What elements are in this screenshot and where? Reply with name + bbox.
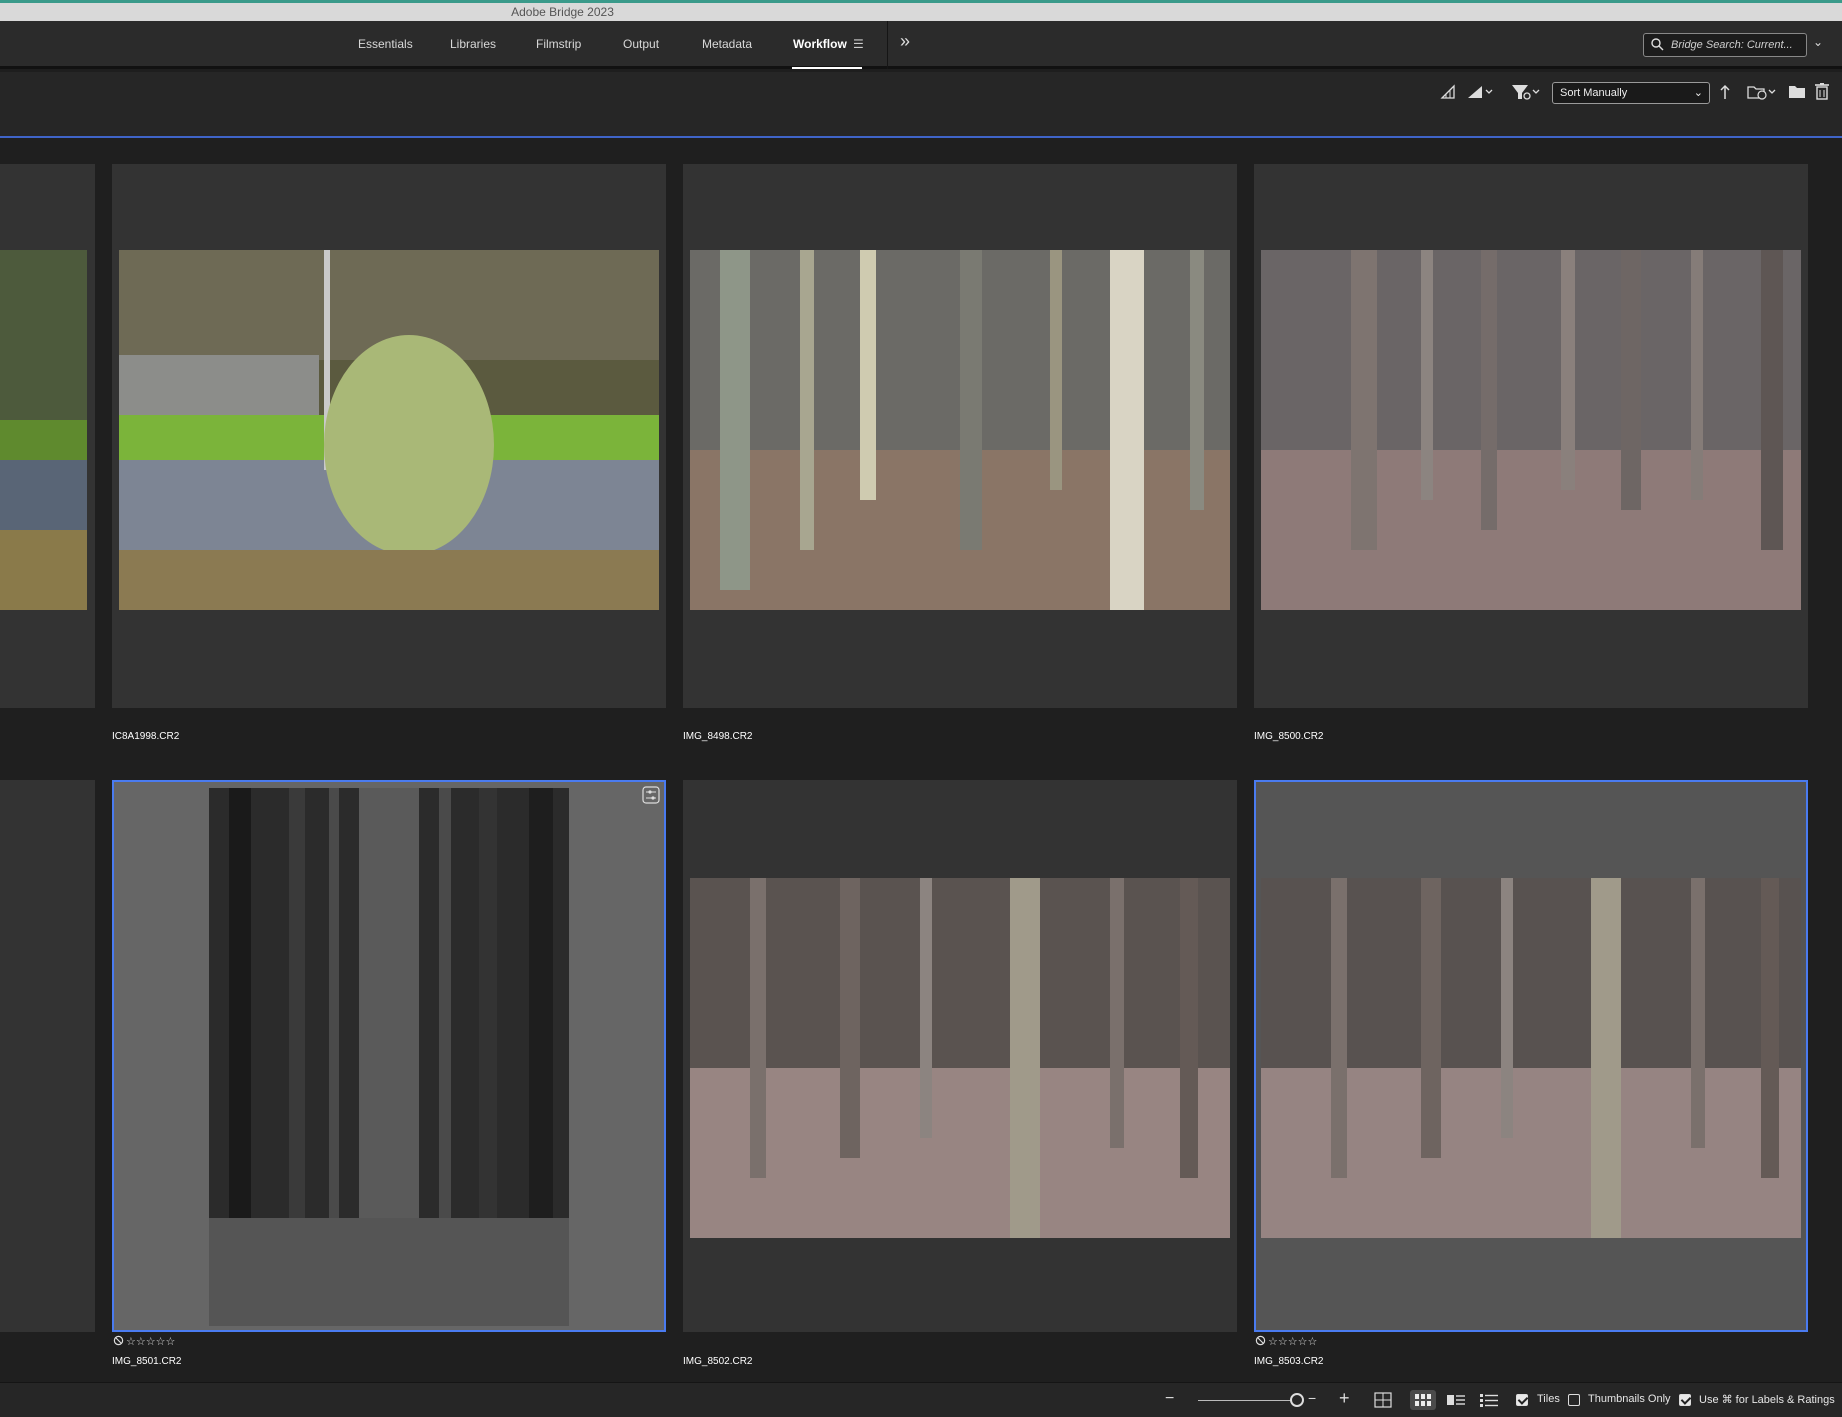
view-thumbnails-button[interactable] — [1410, 1390, 1436, 1410]
tiles-checkbox[interactable] — [1516, 1394, 1528, 1406]
thumbnail-tile[interactable] — [1254, 164, 1808, 708]
sort-dropdown-value: Sort Manually — [1560, 87, 1628, 99]
thumbnail-image — [209, 788, 569, 1326]
zoom-out-button[interactable]: − — [1165, 1390, 1174, 1408]
trash-icon[interactable] — [1814, 82, 1830, 100]
rating-filter-icon[interactable] — [1440, 84, 1456, 100]
thumbnail-image — [1261, 250, 1801, 610]
star-rating[interactable]: ☆☆☆☆☆ — [126, 1336, 175, 1348]
zoom-slider-track[interactable] — [1198, 1400, 1294, 1401]
view-list-icon[interactable] — [1476, 1390, 1502, 1410]
search-input[interactable] — [1671, 36, 1803, 54]
thumbnail-image — [1261, 878, 1801, 1238]
develop-settings-icon — [642, 786, 660, 804]
reject-icon[interactable] — [113, 1335, 124, 1346]
thumbnails-only-label: Thumbnails Only — [1588, 1393, 1671, 1405]
thumbnail-image — [119, 250, 659, 610]
quality-options-icon[interactable] — [1466, 84, 1496, 100]
active-tab-indicator — [792, 67, 862, 69]
labels-ratings-checkbox[interactable] — [1679, 1394, 1691, 1406]
filter-items-icon[interactable] — [1510, 83, 1542, 101]
thumbnail-filename: IMG_8502.CR2 — [683, 1356, 753, 1367]
thumbnail-filename: IC8A1998.CR2 — [112, 731, 180, 742]
grid-lock-icon[interactable] — [1370, 1390, 1396, 1410]
zoom-slider-handle[interactable] — [1290, 1393, 1304, 1407]
workspace-divider — [887, 21, 888, 69]
content-panel: IC8A1998.CR2 IMG_8498.CR2 IMG_8500.CR2 ☆… — [0, 136, 1842, 1417]
thumbnail-tile[interactable] — [683, 164, 1237, 708]
star-rating[interactable]: ☆☆☆☆☆ — [1268, 1336, 1317, 1348]
thumbnail-tile[interactable] — [112, 164, 666, 708]
search-icon — [1651, 38, 1664, 51]
tab-workflow[interactable]: Workflow — [793, 37, 847, 51]
sort-ascending-arrow-icon[interactable] — [1718, 84, 1732, 100]
thumbnail-image — [690, 250, 1230, 610]
tab-filmstrip[interactable]: Filmstrip — [536, 37, 581, 51]
thumbnail-grid-icon — [1415, 1394, 1431, 1406]
thumbnail-filename: IMG_8503.CR2 — [1254, 1356, 1324, 1367]
bottom-status-bar: − − + Tiles Thumbnails Only Use ⌘ for La… — [0, 1382, 1842, 1417]
tab-metadata[interactable]: Metadata — [702, 37, 752, 51]
tab-libraries[interactable]: Libraries — [450, 37, 496, 51]
title-bar: Adobe Bridge 2023 — [0, 0, 1842, 21]
tab-essentials[interactable]: Essentials — [358, 37, 413, 51]
thumbnails-only-checkbox[interactable] — [1568, 1394, 1580, 1406]
tiles-checkbox-label: Tiles — [1537, 1393, 1560, 1405]
tab-output[interactable]: Output — [623, 37, 659, 51]
recent-folders-icon[interactable] — [1746, 83, 1778, 101]
sort-dropdown[interactable]: Sort Manually ⌄ — [1552, 82, 1710, 104]
thumbnail-filename: IMG_8501.CR2 — [112, 1356, 182, 1367]
thumbnail-tile-selected[interactable] — [112, 780, 666, 1332]
search-options-chevron-icon[interactable]: ⌄ — [1813, 35, 1823, 49]
workspace-menu-icon[interactable]: ☰ — [853, 37, 864, 51]
zoom-in-button[interactable]: + — [1339, 1388, 1350, 1409]
thumbnail-tile[interactable] — [683, 780, 1237, 1332]
content-toolbar: Sort Manually ⌄ — [0, 72, 1842, 136]
zoom-slider-minus-icon: − — [1308, 1390, 1317, 1406]
thumbnail-filename: IMG_8498.CR2 — [683, 731, 753, 742]
thumbnail-filename: IMG_8500.CR2 — [1254, 731, 1324, 742]
rating-row[interactable]: ☆☆☆☆☆ — [1255, 1335, 1317, 1348]
new-folder-icon[interactable] — [1788, 83, 1806, 99]
adobe-bridge-window: Adobe Bridge 2023 Essentials Libraries F… — [0, 0, 1842, 1417]
workspace-bar: Essentials Libraries Filmstrip Output Me… — [0, 21, 1842, 69]
thumbnail-tile-selected[interactable] — [1254, 780, 1808, 1332]
thumbnail-image — [690, 878, 1230, 1238]
more-workspaces-button[interactable]: » — [900, 31, 910, 52]
chevron-down-icon: ⌄ — [1693, 87, 1703, 99]
rating-row[interactable]: ☆☆☆☆☆ — [113, 1335, 175, 1348]
bridge-search-box[interactable] — [1643, 33, 1807, 57]
window-title: Adobe Bridge 2023 — [511, 5, 614, 19]
labels-ratings-label: Use ⌘ for Labels & Ratings — [1699, 1394, 1835, 1406]
reject-icon[interactable] — [1255, 1335, 1266, 1346]
thumbnail-image — [0, 250, 87, 610]
thumbnail-tile-partial[interactable] — [0, 164, 95, 708]
thumbnail-tile-partial[interactable] — [0, 780, 95, 1332]
view-details-icon[interactable] — [1443, 1390, 1469, 1410]
